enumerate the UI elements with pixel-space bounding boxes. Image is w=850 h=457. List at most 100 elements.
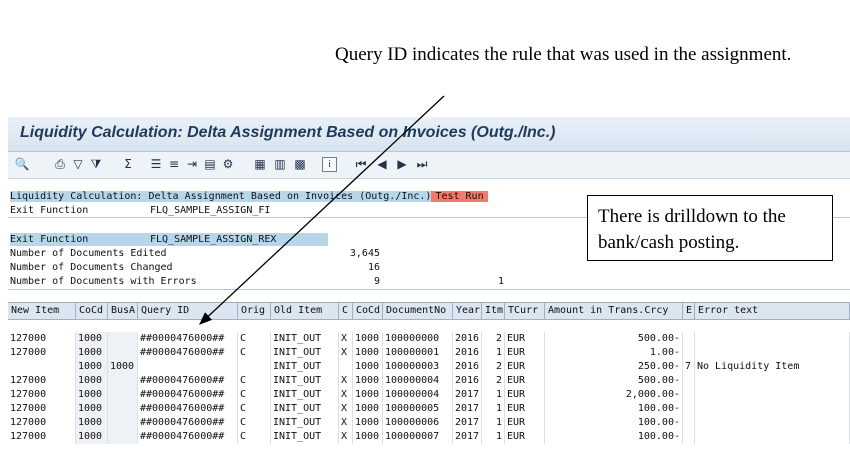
- table-cell[interactable]: X: [339, 430, 353, 444]
- table-cell[interactable]: 127000: [8, 430, 76, 444]
- table-cell[interactable]: [339, 360, 353, 374]
- table-cell[interactable]: ##0000476000##: [138, 388, 238, 402]
- table-cell[interactable]: 2016: [453, 346, 482, 360]
- info-icon[interactable]: i: [322, 157, 337, 172]
- table-cell[interactable]: EUR: [505, 430, 545, 444]
- table-cell[interactable]: X: [339, 332, 353, 346]
- table-cell[interactable]: 1000: [76, 346, 108, 360]
- table-cell[interactable]: 127000: [8, 416, 76, 430]
- table-cell[interactable]: 100000004: [383, 388, 453, 402]
- table-cell[interactable]: [108, 346, 138, 360]
- table-cell[interactable]: [108, 430, 138, 444]
- table-cell[interactable]: 7: [683, 360, 695, 374]
- table-cell[interactable]: 100.00-: [545, 402, 683, 416]
- sum-icon[interactable]: Σ: [120, 156, 136, 172]
- col-header[interactable]: New Item: [8, 302, 76, 320]
- col-header[interactable]: Error text: [695, 302, 850, 320]
- table-cell[interactable]: INIT_OUT: [271, 332, 339, 346]
- last-page-icon[interactable]: ⏭: [414, 156, 430, 172]
- table-cell[interactable]: EUR: [505, 360, 545, 374]
- filter-icon[interactable]: ▽: [70, 156, 86, 172]
- table-cell[interactable]: 2: [482, 374, 505, 388]
- table-cell[interactable]: 2: [482, 360, 505, 374]
- table-cell[interactable]: [108, 388, 138, 402]
- table-cell[interactable]: INIT_OUT: [271, 416, 339, 430]
- table-cell[interactable]: [683, 332, 695, 346]
- previous-page-icon[interactable]: ◀: [374, 156, 390, 172]
- table-cell[interactable]: C: [238, 346, 271, 360]
- table-cell[interactable]: EUR: [505, 332, 545, 346]
- table-cell[interactable]: INIT_OUT: [271, 374, 339, 388]
- table-cell[interactable]: INIT_OUT: [271, 430, 339, 444]
- table-cell[interactable]: 1000: [76, 374, 108, 388]
- table-cell[interactable]: 1: [482, 388, 505, 402]
- col-header[interactable]: CoCd: [353, 302, 383, 320]
- table-cell[interactable]: 1000: [353, 402, 383, 416]
- table-cell[interactable]: [695, 374, 850, 388]
- table-cell[interactable]: X: [339, 388, 353, 402]
- filter-set-icon[interactable]: ⧩: [88, 156, 104, 172]
- table-cell[interactable]: 127000: [8, 388, 76, 402]
- table-cell[interactable]: X: [339, 416, 353, 430]
- grid-select-icon[interactable]: ▩: [292, 156, 308, 172]
- table-cell[interactable]: 127000: [8, 374, 76, 388]
- col-header[interactable]: BusA: [108, 302, 138, 320]
- table-cell[interactable]: 1000: [353, 416, 383, 430]
- col-header[interactable]: DocumentNo: [383, 302, 453, 320]
- table-cell[interactable]: 2,000.00-: [545, 388, 683, 402]
- table-cell[interactable]: 1000: [353, 374, 383, 388]
- table-cell[interactable]: 1000: [353, 360, 383, 374]
- grid-columns-icon[interactable]: ▥: [272, 156, 288, 172]
- table-cell[interactable]: [108, 402, 138, 416]
- table-cell[interactable]: 127000: [8, 402, 76, 416]
- table-cell[interactable]: 100000007: [383, 430, 453, 444]
- table-cell[interactable]: 100000005: [383, 402, 453, 416]
- table-cell[interactable]: ##0000476000##: [138, 416, 238, 430]
- col-header[interactable]: CoCd: [76, 302, 108, 320]
- settings-icon[interactable]: ⚙: [220, 156, 236, 172]
- table-cell[interactable]: ##0000476000##: [138, 430, 238, 444]
- table-cell[interactable]: 2017: [453, 402, 482, 416]
- table-cell[interactable]: [683, 374, 695, 388]
- table-cell[interactable]: [695, 346, 850, 360]
- table-cell[interactable]: 1: [482, 416, 505, 430]
- table-cell[interactable]: C: [238, 374, 271, 388]
- graphic-icon[interactable]: ≡: [166, 156, 182, 172]
- table-cell[interactable]: 1000: [76, 430, 108, 444]
- table-cell[interactable]: 100.00-: [545, 416, 683, 430]
- table-cell[interactable]: 1000: [353, 388, 383, 402]
- table-cell[interactable]: EUR: [505, 402, 545, 416]
- table-cell[interactable]: C: [238, 402, 271, 416]
- print-icon[interactable]: ⎙: [52, 156, 68, 172]
- search-icon[interactable]: 🔍: [14, 156, 30, 172]
- table-cell[interactable]: EUR: [505, 416, 545, 430]
- table-cell[interactable]: [108, 416, 138, 430]
- table-cell[interactable]: 2017: [453, 416, 482, 430]
- table-cell[interactable]: [695, 332, 850, 346]
- table-cell[interactable]: 100000001: [383, 346, 453, 360]
- table-cell[interactable]: 2016: [453, 332, 482, 346]
- table-cell[interactable]: [695, 388, 850, 402]
- table-cell[interactable]: 2: [482, 332, 505, 346]
- table-cell[interactable]: 1000: [108, 360, 138, 374]
- grid-icon[interactable]: ▦: [252, 156, 268, 172]
- table-cell[interactable]: INIT_OUT: [271, 346, 339, 360]
- table-cell[interactable]: 2017: [453, 430, 482, 444]
- table-cell[interactable]: 1000: [76, 388, 108, 402]
- col-header[interactable]: TCurr: [505, 302, 545, 320]
- table-cell[interactable]: 100000003: [383, 360, 453, 374]
- next-page-icon[interactable]: ▶: [394, 156, 410, 172]
- col-header[interactable]: Old Item: [271, 302, 339, 320]
- table-cell[interactable]: ##0000476000##: [138, 346, 238, 360]
- table-cell[interactable]: EUR: [505, 374, 545, 388]
- table-cell[interactable]: 100000000: [383, 332, 453, 346]
- table-cell[interactable]: 1: [482, 346, 505, 360]
- table-cell[interactable]: [683, 402, 695, 416]
- table-cell[interactable]: X: [339, 374, 353, 388]
- table-cell[interactable]: 1000: [76, 416, 108, 430]
- table-cell[interactable]: 1: [482, 430, 505, 444]
- table-cell[interactable]: 100000004: [383, 374, 453, 388]
- table-cell[interactable]: [683, 430, 695, 444]
- table-cell[interactable]: 1000: [76, 402, 108, 416]
- table-cell[interactable]: ##0000476000##: [138, 374, 238, 388]
